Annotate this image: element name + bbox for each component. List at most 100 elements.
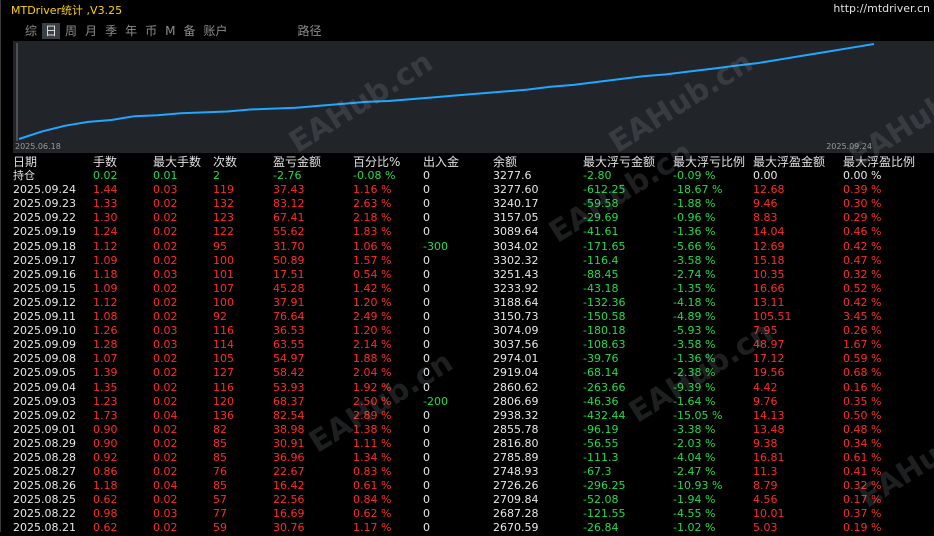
table-cell: 1.26 <box>93 324 118 338</box>
table-cell: 0.41 % <box>843 465 882 479</box>
table-cell: 13.48 <box>753 422 785 436</box>
table-cell: 3089.64 <box>493 225 539 239</box>
table-cell: 11.3 <box>753 465 778 479</box>
table-cell: 120 <box>213 394 234 408</box>
table-cell: 8.83 <box>753 211 778 225</box>
tab-8[interactable]: 备 <box>180 23 198 39</box>
table-row[interactable]: 2025.09.11 1.08 0.02 92 76.64 2.49 % 0 3150.73 -… <box>0 310 934 324</box>
table-cell: 116 <box>213 324 234 338</box>
table-cell: 2025.08.25 <box>13 493 76 507</box>
table-row[interactable]: 2025.09.09 1.28 0.03 114 63.55 2.14 % 0 3037.56… <box>0 338 934 352</box>
table-cell: 9.46 <box>753 197 778 211</box>
table-cell: 0.02 <box>153 366 178 380</box>
tab-2[interactable]: 周 <box>62 23 80 39</box>
table-cell: 0 <box>423 422 430 436</box>
table-cell: 101 <box>213 267 234 281</box>
table-cell: -1.36 % <box>673 225 716 239</box>
table-cell: 1.67 % <box>843 338 882 352</box>
tab-0[interactable]: 综 <box>22 23 40 39</box>
table-cell: 76.64 <box>273 310 305 324</box>
table-cell: 2025.09.15 <box>13 281 76 295</box>
table-cell: 1.42 % <box>353 281 392 295</box>
column-header: 最大浮亏比例 <box>673 155 746 169</box>
table-cell: 3277.6 <box>493 169 532 183</box>
table-cell: 2025.09.16 <box>13 267 76 281</box>
table-cell: 2025.09.23 <box>13 197 76 211</box>
table-row[interactable]: 2025.09.24 1.44 0.03 119 37.43 1.16 % 0 3277.60… <box>0 183 934 197</box>
tab-9[interactable]: 账户 <box>200 23 230 39</box>
table-row[interactable]: 2025.08.28 0.92 0.02 85 36.96 1.34 % 0 2785.89 -… <box>0 451 934 465</box>
table-cell: 37.43 <box>273 183 305 197</box>
table-row[interactable]: 2025.09.01 0.90 0.02 82 38.98 1.38 % 0 2855.78 -… <box>0 423 934 437</box>
table-cell: 0.54 % <box>353 267 392 281</box>
table-cell: 127 <box>213 366 234 380</box>
table-cell: -3.58 % <box>673 253 716 267</box>
table-row[interactable]: 2025.09.16 1.18 0.03 101 17.51 0.54 % 0 3251.43… <box>0 268 934 282</box>
table-row[interactable]: 2025.08.26 1.18 0.04 85 16.42 0.61 % 0 2726.26 -… <box>0 479 934 493</box>
table-cell: 1.07 <box>93 352 118 366</box>
table-cell: 31.70 <box>273 239 305 253</box>
table-cell: 16.42 <box>273 479 305 493</box>
table-row[interactable]: 2025.09.22 1.30 0.02 123 67.41 2.18 % 0 3157.05… <box>0 211 934 225</box>
table-row[interactable]: 2025.09.02 1.73 0.04 136 82.54 2.89 % 0 2938.32… <box>0 409 934 423</box>
table-cell: 2025.09.03 <box>13 394 76 408</box>
table-row[interactable]: 2025.09.17 1.09 0.02 100 50.89 1.57 % 0 3302.32… <box>0 254 934 268</box>
table-cell: 2025.09.22 <box>13 211 76 225</box>
table-row[interactable]: 2025.08.29 0.90 0.02 85 30.91 1.11 % 0 2816.80 -… <box>0 437 934 451</box>
table-cell: -0.08 % <box>353 169 396 183</box>
site-link[interactable]: http://mtdriver.cn <box>833 2 930 15</box>
table-row[interactable]: 2025.08.27 0.86 0.02 76 22.67 0.83 % 0 2748.93 -… <box>0 465 934 479</box>
holding-row[interactable]: 持仓 0.02 0.01 2 -2.76 -0.08 % 0 3277.6 -2.80 -0.09… <box>0 169 934 183</box>
table-cell: 0 <box>423 295 430 309</box>
table-row[interactable]: 2025.09.18 1.12 0.02 95 31.70 1.06 % -300 3034.… <box>0 240 934 254</box>
table-cell: 2785.89 <box>493 450 539 464</box>
table-cell: 0 <box>423 450 430 464</box>
table-cell: -18.67 % <box>673 183 723 197</box>
table-cell: 1.73 <box>93 408 118 422</box>
table-cell: -4.18 % <box>673 295 716 309</box>
tab-7[interactable]: M <box>162 23 178 39</box>
table-row[interactable]: 2025.09.12 1.12 0.02 100 37.91 1.20 % 0 3188.64… <box>0 296 934 310</box>
table-cell: 0.59 % <box>843 352 882 366</box>
table-cell: 16.81 <box>753 450 785 464</box>
tab-6[interactable]: 币 <box>142 23 160 39</box>
table-row[interactable]: 2025.09.08 1.07 0.02 105 54.97 1.88 % 0 2974.01… <box>0 352 934 366</box>
table-cell: 85 <box>213 436 227 450</box>
table-row[interactable]: 2025.08.22 0.98 0.03 77 16.69 0.62 % 0 2687.28 -… <box>0 507 934 521</box>
table-cell: 68.37 <box>273 394 305 408</box>
table-row[interactable]: 2025.09.10 1.26 0.03 116 36.53 1.20 % 0 3074.09… <box>0 324 934 338</box>
table-cell: 0.42 % <box>843 239 882 253</box>
table-cell: 0.02 <box>153 422 178 436</box>
tab-5[interactable]: 年 <box>122 23 140 39</box>
table-cell: 2025.09.17 <box>13 253 76 267</box>
table-row[interactable]: 2025.09.19 1.24 0.02 122 55.62 1.83 % 0 3089.64… <box>0 225 934 239</box>
table-cell: 0.02 <box>153 310 178 324</box>
table-row[interactable]: 2025.09.03 1.23 0.02 120 68.37 2.50 % -200 2806… <box>0 395 934 409</box>
tab-4[interactable]: 季 <box>102 23 120 39</box>
table-row[interactable]: 2025.09.05 1.39 0.02 127 58.42 2.04 % 0 2919.04… <box>0 366 934 380</box>
table-row[interactable]: 2025.09.15 1.09 0.02 107 45.28 1.42 % 0 3233.92… <box>0 282 934 296</box>
table-row[interactable]: 2025.09.04 1.35 0.02 116 53.93 1.92 % 0 2860.62… <box>0 381 934 395</box>
table-cell: 0.02 <box>153 197 178 211</box>
table-row[interactable]: 2025.08.21 0.62 0.02 59 30.76 1.17 % 0 2670.59 -… <box>0 521 934 535</box>
table-cell: 0 <box>423 169 430 183</box>
table-cell: -171.65 <box>583 239 626 253</box>
table-cell: -2.76 <box>273 169 302 183</box>
table-cell: 10.35 <box>753 267 785 281</box>
table-cell: 116 <box>213 380 234 394</box>
table-cell: 13.11 <box>753 295 785 309</box>
table-cell: 1.11 % <box>353 436 392 450</box>
tab-1[interactable]: 日 <box>42 23 61 39</box>
table-cell: 0 <box>423 183 430 197</box>
tab-10[interactable]: 路径 <box>295 23 325 39</box>
table-cell: -3.58 % <box>673 338 716 352</box>
table-cell: 1.88 % <box>353 352 392 366</box>
table-cell: 2025.09.02 <box>13 408 76 422</box>
table-cell: 12.69 <box>753 239 785 253</box>
tab-3[interactable]: 月 <box>82 23 100 39</box>
table-cell: 0.02 <box>153 394 178 408</box>
table-row[interactable]: 2025.08.25 0.62 0.02 57 22.56 0.84 % 0 2709.84 -… <box>0 493 934 507</box>
table-cell: 22.56 <box>273 493 305 507</box>
table-cell: 17.12 <box>753 352 785 366</box>
table-row[interactable]: 2025.09.23 1.33 0.02 132 83.12 2.63 % 0 3240.17… <box>0 197 934 211</box>
